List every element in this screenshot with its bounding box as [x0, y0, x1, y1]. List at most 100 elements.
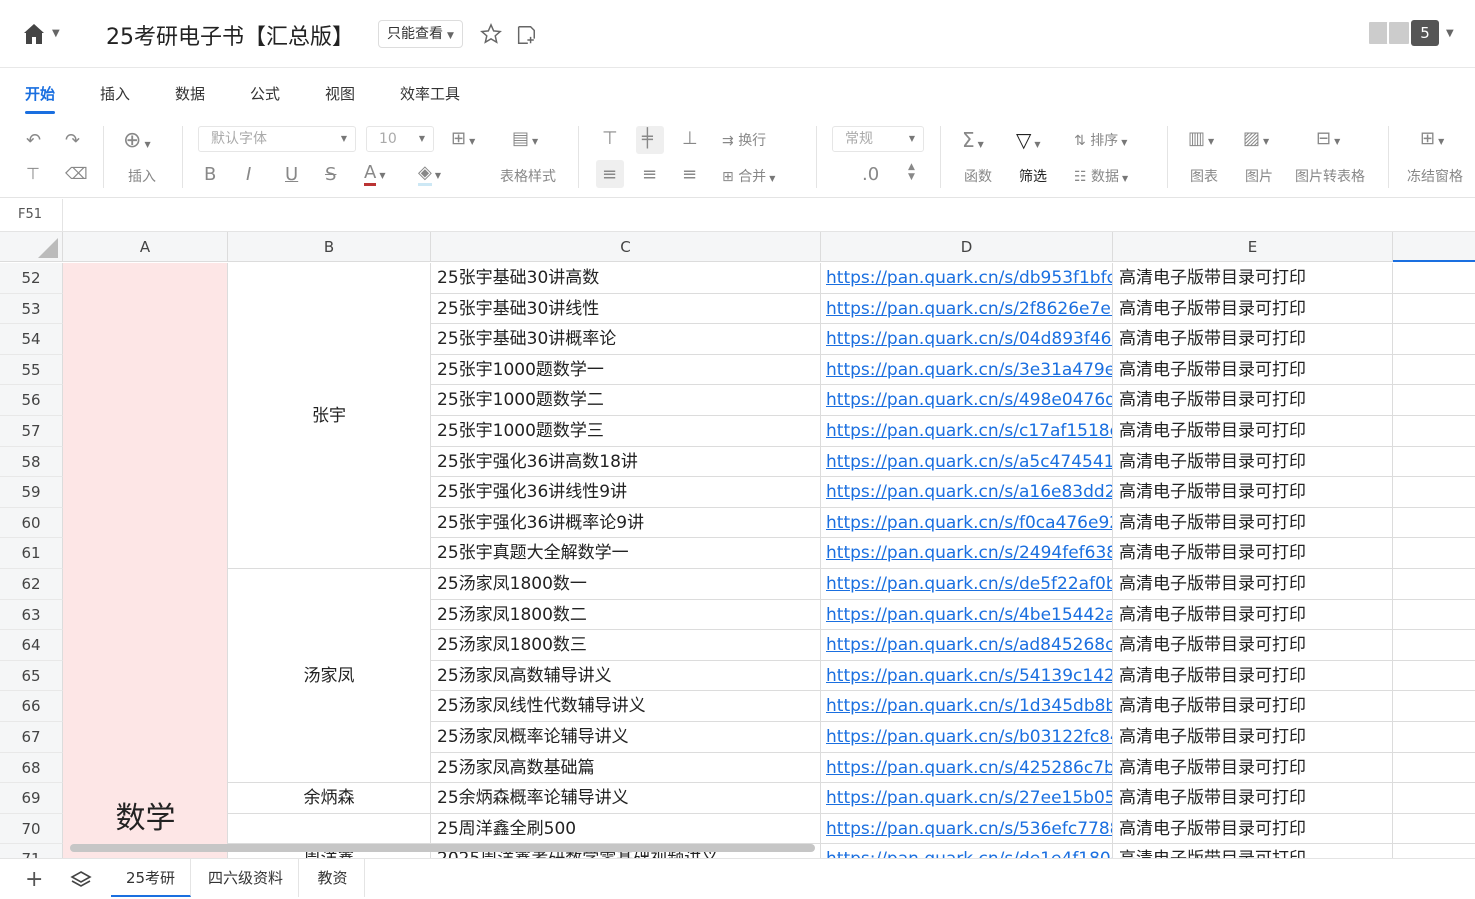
sheet-tab-kaoyan[interactable]: 25考研	[111, 859, 191, 897]
link-cell[interactable]: https://pan.quark.cn/s/27ee15b05664	[821, 783, 1113, 814]
note-cell[interactable]: 高清电子版带目录可打印	[1113, 477, 1393, 508]
title-cell[interactable]: 25张宇强化36讲概率论9讲	[431, 507, 821, 539]
empty-cell[interactable]	[1393, 385, 1475, 416]
merge-button[interactable]: ⊞ 合并 ▼	[722, 166, 775, 186]
freeze-icon[interactable]: ⊞ ▼	[1420, 128, 1444, 149]
title-cell[interactable]: 25张宇1000题数学一	[431, 354, 821, 386]
note-cell[interactable]: 高清电子版带目录可打印	[1113, 691, 1393, 722]
row-header[interactable]: 59	[0, 477, 63, 508]
tab-efficiency-tools[interactable]: 效率工具	[400, 83, 460, 104]
column-header-a[interactable]: A	[63, 232, 228, 262]
note-cell[interactable]: 高清电子版带目录可打印	[1113, 324, 1393, 355]
tab-data[interactable]: 数据	[175, 83, 205, 104]
link-cell[interactable]: https://pan.quark.cn/s/536efc7788ec	[821, 813, 1113, 845]
category-cell[interactable]	[63, 263, 228, 858]
chart-icon[interactable]: ▥ ▼	[1188, 128, 1214, 149]
empty-cell[interactable]	[1393, 691, 1475, 722]
empty-cell[interactable]	[1393, 508, 1475, 539]
note-cell[interactable]: 高清电子版带目录可打印	[1113, 752, 1393, 784]
row-header[interactable]: 54	[0, 324, 63, 355]
title-cell[interactable]: 25汤家凤1800数二	[431, 599, 821, 631]
row-header[interactable]: 69	[0, 783, 63, 814]
image-icon[interactable]: ▨ ▼	[1243, 128, 1269, 149]
font-family-select[interactable]: 默认字体 ▼	[198, 126, 356, 152]
row-header[interactable]: 63	[0, 599, 63, 631]
note-icon[interactable]	[515, 24, 537, 46]
star-icon[interactable]	[480, 23, 502, 45]
decimal-places-input[interactable]: .0	[862, 164, 879, 185]
note-cell[interactable]: 高清电子版带目录可打印	[1113, 354, 1393, 386]
sort-button[interactable]: ⇅ 排序 ▼	[1074, 130, 1127, 150]
image-to-table-icon[interactable]: ⊟ ▼	[1316, 128, 1340, 149]
align-top-icon[interactable]: ⊤	[602, 128, 618, 149]
note-cell[interactable]: 高清电子版带目录可打印	[1113, 416, 1393, 447]
row-header[interactable]: 61	[0, 538, 63, 569]
note-cell[interactable]: 高清电子版带目录可打印	[1113, 722, 1393, 753]
empty-cell[interactable]	[1393, 661, 1475, 692]
link-cell[interactable]: https://pan.quark.cn/s/de1e4f180e93	[821, 844, 1113, 858]
link-cell[interactable]: https://pan.quark.cn/s/04d893f46614	[821, 324, 1113, 355]
empty-cell[interactable]	[1393, 569, 1475, 600]
title-cell[interactable]: 25张宇1000题数学二	[431, 385, 821, 416]
strikethrough-button[interactable]: S	[325, 164, 336, 185]
freeze-panes-button[interactable]: 冻结窗格	[1407, 166, 1463, 186]
note-cell[interactable]: 高清电子版带目录可打印	[1113, 385, 1393, 416]
insert-plus-icon[interactable]: ⊕ ▼	[123, 128, 151, 153]
title-cell[interactable]: 25周洋鑫全刷500	[431, 813, 821, 845]
insert-button[interactable]: 插入	[128, 166, 156, 186]
fill-color-icon[interactable]: ◈ ▼	[418, 162, 441, 186]
number-format-select[interactable]: 常规 ▼	[832, 126, 924, 152]
row-header[interactable]: 55	[0, 354, 63, 386]
empty-cell[interactable]	[1393, 722, 1475, 753]
note-cell[interactable]: 高清电子版带目录可打印	[1113, 783, 1393, 814]
note-cell[interactable]: 高清电子版带目录可打印	[1113, 538, 1393, 569]
column-header-f[interactable]	[1393, 232, 1475, 262]
row-header[interactable]: 53	[0, 293, 63, 325]
link-cell[interactable]: https://pan.quark.cn/s/2494fef63871	[821, 538, 1113, 569]
empty-cell[interactable]	[1393, 294, 1475, 325]
row-header[interactable]: 62	[0, 569, 63, 600]
empty-cell[interactable]	[1393, 355, 1475, 386]
row-header[interactable]: 56	[0, 385, 63, 416]
chart-button[interactable]: 图表	[1190, 166, 1218, 186]
tab-insert[interactable]: 插入	[100, 83, 130, 104]
note-cell[interactable]: 高清电子版带目录可打印	[1113, 507, 1393, 539]
tab-view[interactable]: 视图	[325, 83, 355, 104]
row-header[interactable]: 68	[0, 752, 63, 784]
row-header[interactable]: 58	[0, 446, 63, 478]
filter-button[interactable]: 筛选	[1019, 166, 1047, 186]
note-cell[interactable]: 高清电子版带目录可打印	[1113, 263, 1393, 294]
note-cell[interactable]: 高清电子版带目录可打印	[1113, 630, 1393, 661]
data-button[interactable]: ☷ 数据 ▼	[1074, 166, 1128, 186]
clear-format-icon[interactable]: ⌫	[65, 164, 88, 183]
empty-cell[interactable]	[1393, 783, 1475, 814]
title-cell[interactable]: 25汤家凤概率论辅导讲义	[431, 722, 821, 753]
note-cell[interactable]: 高清电子版带目录可打印	[1113, 660, 1393, 692]
row-header[interactable]: 65	[0, 660, 63, 692]
empty-cell[interactable]	[1393, 538, 1475, 569]
font-size-select[interactable]: 10 ▼	[366, 126, 434, 152]
wrap-text-button[interactable]: ⇉ 换行	[722, 130, 766, 150]
document-title[interactable]: 25考研电子书【汇总版】	[106, 19, 354, 51]
empty-cell[interactable]	[1393, 447, 1475, 478]
row-header[interactable]: 57	[0, 416, 63, 447]
row-header[interactable]: 70	[0, 813, 63, 845]
column-header-e[interactable]: E	[1113, 232, 1393, 262]
sum-icon[interactable]: Σ ▼	[962, 128, 984, 152]
empty-cell[interactable]	[1393, 416, 1475, 447]
empty-cell[interactable]	[1393, 753, 1475, 784]
decimal-stepper-icon[interactable]: ▲ ▼	[908, 162, 915, 182]
empty-cell[interactable]	[1393, 324, 1475, 355]
format-painter-icon[interactable]: ⊤	[26, 164, 40, 183]
cell-reference[interactable]: F51	[0, 199, 63, 231]
note-cell[interactable]: 高清电子版带目录可打印	[1113, 293, 1393, 325]
empty-cell[interactable]	[1393, 600, 1475, 631]
group-cell[interactable]: 汤家凤	[228, 569, 431, 784]
add-sheet-icon[interactable]: +	[25, 867, 43, 892]
title-cell[interactable]: 25余炳森概率论辅导讲义	[431, 783, 821, 814]
title-cell[interactable]: 25张宇基础30讲线性	[431, 293, 821, 325]
align-middle-icon[interactable]: ╪	[642, 128, 653, 149]
italic-button[interactable]: I	[246, 164, 251, 185]
link-cell[interactable]: https://pan.quark.cn/s/a5c474541c1e	[821, 446, 1113, 478]
title-cell[interactable]: 25张宇基础30讲高数	[431, 263, 821, 294]
